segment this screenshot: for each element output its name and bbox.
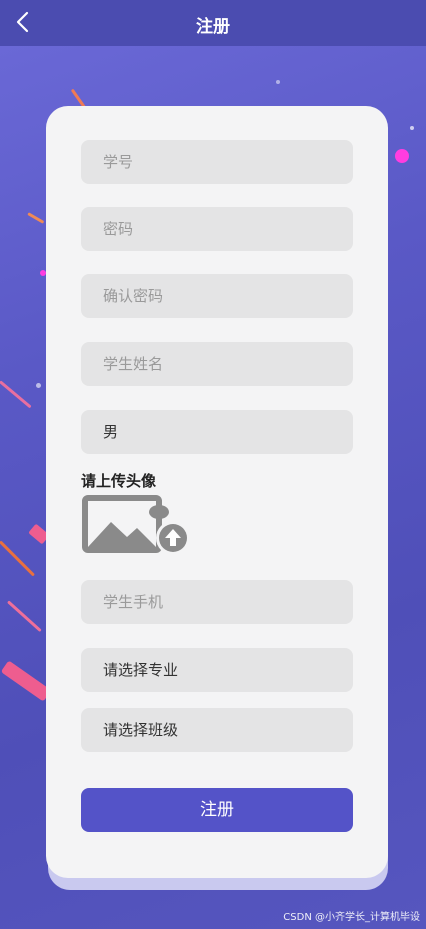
page-title: 注册 bbox=[196, 17, 230, 37]
decor-dot bbox=[395, 149, 409, 163]
decor-dot bbox=[36, 383, 41, 388]
decor-ribbon bbox=[0, 660, 52, 702]
image-upload-icon bbox=[82, 495, 190, 555]
register-screen: 注册 学号 密码 确认密码 学生姓名 男 请上传头像 学生手机 请选择专业 请选… bbox=[0, 0, 426, 929]
register-form-card: 学号 密码 确认密码 学生姓名 男 请上传头像 学生手机 请选择专业 请选择班级… bbox=[46, 106, 388, 878]
nav-bar: 注册 bbox=[0, 0, 426, 46]
class-select[interactable]: 请选择班级 bbox=[81, 708, 353, 752]
student-phone-input[interactable]: 学生手机 bbox=[81, 580, 353, 624]
decor-dot bbox=[276, 80, 280, 84]
avatar-upload-button[interactable] bbox=[81, 492, 195, 556]
gender-select[interactable]: 男 bbox=[81, 410, 353, 454]
student-id-input[interactable]: 学号 bbox=[81, 140, 353, 184]
register-button[interactable]: 注册 bbox=[81, 788, 353, 832]
decor-streak bbox=[0, 540, 36, 577]
decor-dot bbox=[410, 126, 414, 130]
watermark-text: CSDN @小齐学长_计算机毕设 bbox=[283, 912, 420, 923]
decor-streak bbox=[0, 380, 32, 409]
decor-streak bbox=[6, 600, 42, 633]
confirm-password-input[interactable]: 确认密码 bbox=[81, 274, 353, 318]
major-select[interactable]: 请选择专业 bbox=[81, 648, 353, 692]
decor-streak bbox=[27, 212, 45, 224]
password-input[interactable]: 密码 bbox=[81, 207, 353, 251]
student-name-input[interactable]: 学生姓名 bbox=[81, 342, 353, 386]
avatar-upload-label: 请上传头像 bbox=[81, 472, 157, 490]
